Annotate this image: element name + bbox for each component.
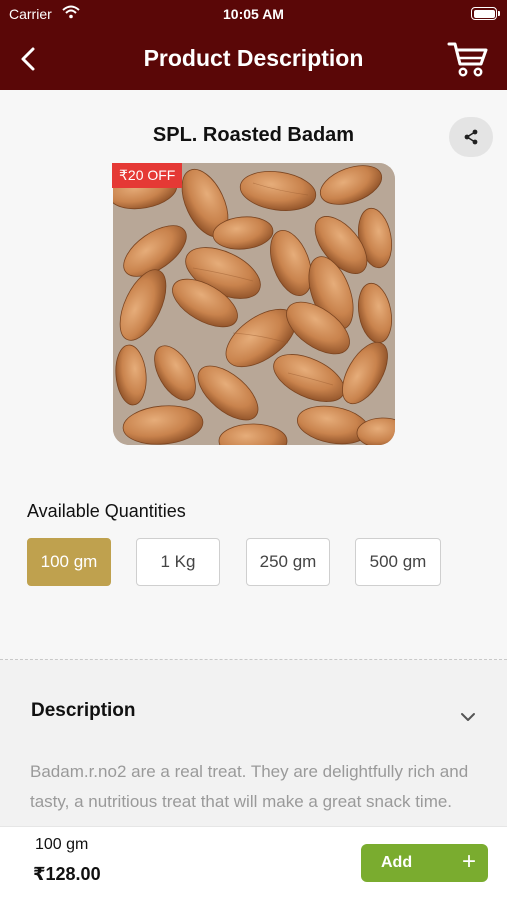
product-price: ₹128.00 [33, 864, 101, 884]
status-time: 10:05 AM [223, 6, 284, 22]
add-button-label: Add [381, 854, 413, 871]
product-title: SPL. Roasted Badam [152, 124, 355, 146]
chevron-down-icon[interactable] [460, 711, 476, 723]
share-icon [464, 129, 478, 145]
battery-icon [471, 7, 500, 20]
qty-option-250gm[interactable]: 250 gm [246, 538, 330, 586]
plus-icon: + [461, 848, 476, 875]
qty-option-500gm[interactable]: 500 gm [355, 538, 441, 586]
discount-badge: ₹20 OFF [112, 163, 183, 188]
qty-option-100gm[interactable]: 100 gm [27, 538, 111, 586]
page-title: Product Description [143, 45, 364, 71]
selected-quantity: 100 gm [35, 836, 89, 853]
description-title[interactable]: Description [31, 700, 136, 722]
product-image [113, 163, 395, 445]
cart-icon[interactable] [447, 40, 489, 78]
share-button[interactable] [449, 117, 493, 157]
nav-bar: Product Description [0, 28, 507, 90]
qty-option-1kg[interactable]: 1 Kg [136, 538, 220, 586]
description-text: Badam.r.no2 are a real treat. They are d… [30, 762, 469, 811]
add-to-cart-button[interactable]: Add + [361, 844, 488, 882]
available-quantities-label: Available Quantities [27, 501, 186, 521]
status-bar: Carrier 10:05 AM [0, 0, 507, 28]
